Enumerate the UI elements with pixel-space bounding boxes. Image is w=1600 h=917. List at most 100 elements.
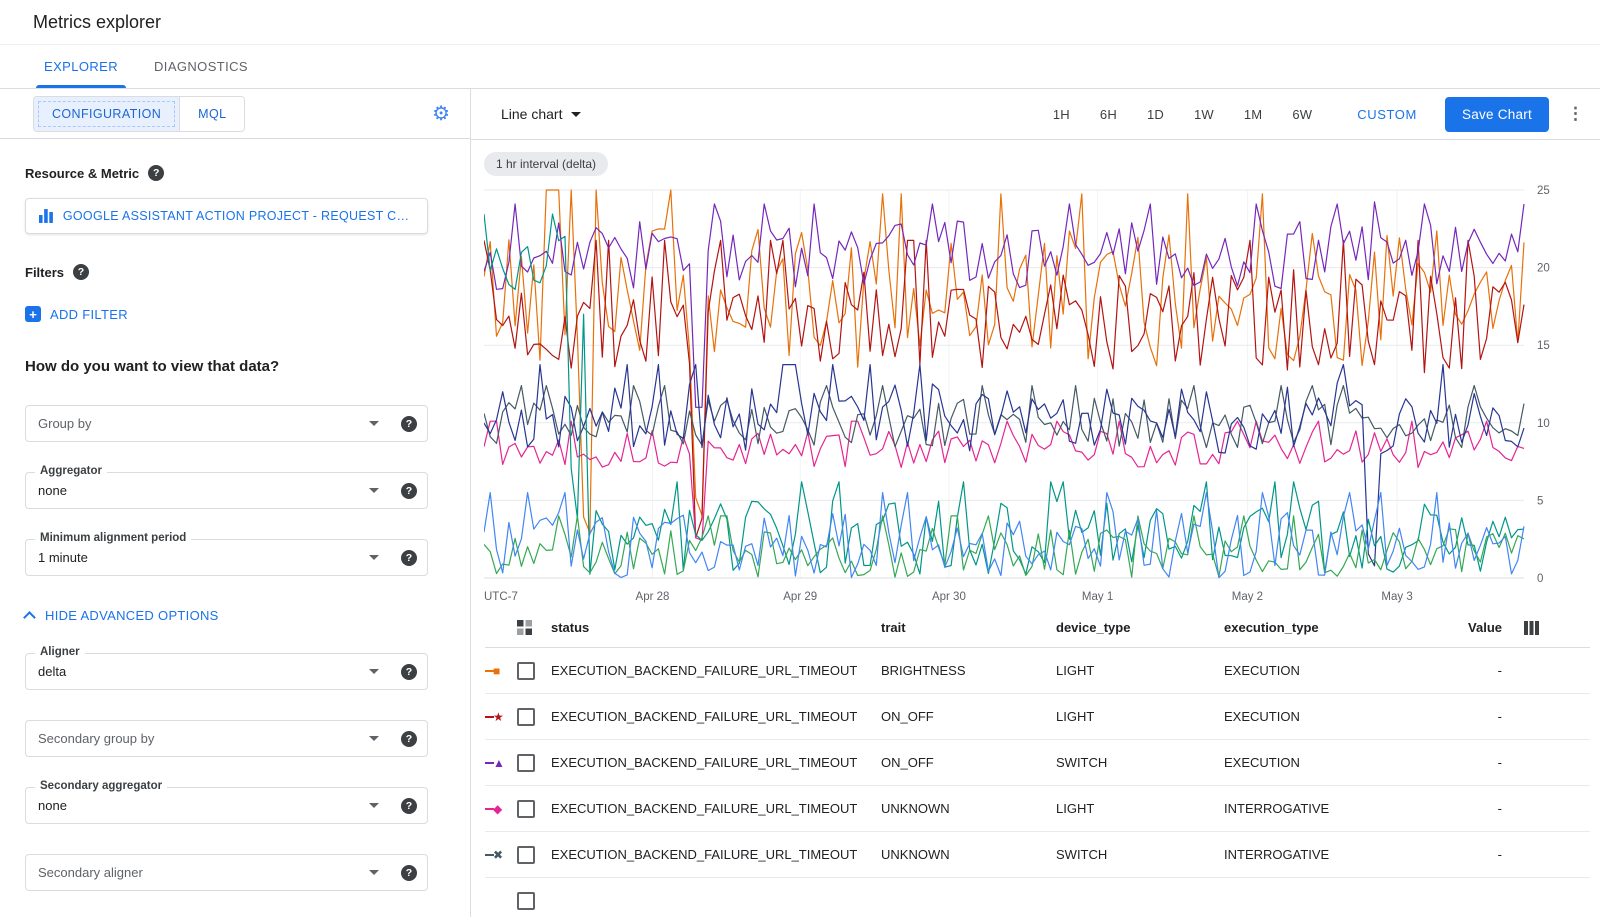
filters-text: Filters [25,265,64,280]
aligner-select[interactable]: Aligner delta ? [25,653,428,690]
svg-text:15: 15 [1537,340,1550,352]
tab-diagnostics[interactable]: DIAGNOSTICS [136,45,266,88]
resource-metric-label: Resource & Metric ? [25,165,428,181]
cell-device-type: LIGHT [1056,801,1224,816]
svg-text:0: 0 [1537,573,1543,585]
range-1d-button[interactable]: 1D [1132,101,1179,128]
range-custom-button[interactable]: CUSTOM [1343,101,1431,128]
svg-text:Apr 28: Apr 28 [636,591,670,603]
chevron-down-icon [369,669,379,674]
cell-execution-type: EXECUTION [1224,755,1432,770]
series-marker-icon: ▲ [485,757,517,769]
cell-status: EXECUTION_BACKEND_FAILURE_URL_TIMEOUT [551,847,881,862]
table-header: status trait device_type execution_type … [485,608,1590,648]
metric-selector-button[interactable]: GOOGLE ASSISTANT ACTION PROJECT - REQUES… [25,198,428,234]
col-execution-type: execution_type [1224,620,1432,635]
columns-icon[interactable] [1524,621,1590,635]
help-icon[interactable]: ? [401,731,417,747]
save-chart-button[interactable]: Save Chart [1445,97,1549,132]
range-6w-button[interactable]: 6W [1277,101,1327,128]
kebab-menu-icon[interactable]: ⋮ [1567,104,1584,124]
table-row[interactable]: ■ EXECUTION_BACKEND_FAILURE_URL_TIMEOUT … [485,648,1590,694]
range-1w-button[interactable]: 1W [1179,101,1229,128]
cell-value: - [1432,801,1502,816]
series-table: status trait device_type execution_type … [471,608,1600,917]
aggregator-select[interactable]: Aggregator none ? [25,472,428,509]
svg-text:Apr 30: Apr 30 [932,591,966,603]
tab-explorer[interactable]: EXPLORER [26,45,136,88]
cell-trait: ON_OFF [881,755,1056,770]
svg-text:May 3: May 3 [1381,591,1412,603]
add-filter-button[interactable]: + ADD FILTER [25,306,428,322]
table-row[interactable]: ▲ EXECUTION_BACKEND_FAILURE_URL_TIMEOUT … [485,740,1590,786]
row-checkbox[interactable] [517,846,535,864]
secondary-aligner-select[interactable]: Secondary aligner ? [25,854,428,891]
row-checkbox[interactable] [517,892,535,910]
table-row[interactable]: ✖ EXECUTION_BACKEND_FAILURE_URL_TIMEOUT … [485,832,1590,878]
cell-execution-type: EXECUTION [1224,663,1432,678]
cell-trait: BRIGHTNESS [881,663,1056,678]
cell-trait: UNKNOWN [881,847,1056,862]
resource-metric-text: Resource & Metric [25,166,139,181]
help-icon[interactable]: ? [401,483,417,499]
cell-value: - [1432,663,1502,678]
range-1h-button[interactable]: 1H [1038,101,1085,128]
configuration-panel: CONFIGURATION MQL ⚙ Resource & Metric ? … [0,89,471,917]
line-chart[interactable]: 0510152025UTC-7Apr 28Apr 29Apr 30May 1Ma… [484,180,1584,608]
gear-icon[interactable]: ⚙ [432,104,450,124]
cell-device-type: SWITCH [1056,847,1224,862]
help-icon[interactable]: ? [148,165,164,181]
toggle-all-series-icon[interactable] [517,620,551,635]
chart-type-dropdown[interactable]: Line chart [501,106,581,122]
chevron-up-icon [23,611,36,624]
cell-execution-type: EXECUTION [1224,709,1432,724]
help-icon[interactable]: ? [401,798,417,814]
configuration-tab[interactable]: CONFIGURATION [34,97,179,131]
secondary-aggregator-value: none [38,798,369,813]
main-content: CONFIGURATION MQL ⚙ Resource & Metric ? … [0,89,1600,917]
cell-status: EXECUTION_BACKEND_FAILURE_URL_TIMEOUT [551,801,881,816]
group-by-select[interactable]: Group by ? [25,405,428,442]
range-1m-button[interactable]: 1M [1229,101,1277,128]
table-row[interactable]: ★ EXECUTION_BACKEND_FAILURE_URL_TIMEOUT … [485,694,1590,740]
series-marker-icon: ◆ [485,803,517,815]
secondary-aggregator-select[interactable]: Secondary aggregator none ? [25,787,428,824]
minimum-alignment-period-label: Minimum alignment period [35,532,191,544]
minimum-alignment-period-select[interactable]: Minimum alignment period 1 minute ? [25,539,428,576]
row-checkbox[interactable] [517,800,535,818]
aligner-value: delta [38,664,369,679]
cell-status: EXECUTION_BACKEND_FAILURE_URL_TIMEOUT [551,709,881,724]
mql-tab[interactable]: MQL [179,97,244,131]
row-checkbox[interactable] [517,708,535,726]
row-checkbox[interactable] [517,754,535,772]
tab-bar: EXPLORER DIAGNOSTICS [0,45,1600,89]
table-row-partial[interactable] [485,878,1590,917]
col-value: Value [1432,620,1502,635]
help-icon[interactable]: ? [401,550,417,566]
advanced-options-label: HIDE ADVANCED OPTIONS [45,608,219,623]
chevron-down-icon [571,112,581,117]
col-device-type: device_type [1056,620,1224,635]
cell-trait: UNKNOWN [881,801,1056,816]
cell-execution-type: INTERROGATIVE [1224,847,1432,862]
secondary-group-by-select[interactable]: Secondary group by ? [25,720,428,757]
app-header: Metrics explorer [0,0,1600,45]
chevron-down-icon [369,870,379,875]
hide-advanced-options-toggle[interactable]: HIDE ADVANCED OPTIONS [25,608,428,623]
table-row[interactable]: ◆ EXECUTION_BACKEND_FAILURE_URL_TIMEOUT … [485,786,1590,832]
svg-text:Apr 29: Apr 29 [783,591,817,603]
cell-value: - [1432,755,1502,770]
help-icon[interactable]: ? [401,865,417,881]
aggregator-label: Aggregator [35,465,107,477]
secondary-aggregator-label: Secondary aggregator [35,780,167,792]
help-icon[interactable]: ? [401,664,417,680]
help-icon[interactable]: ? [401,416,417,432]
row-checkbox[interactable] [517,662,535,680]
help-icon[interactable]: ? [73,264,89,280]
chart-type-label: Line chart [501,106,562,122]
chevron-down-icon [369,555,379,560]
svg-text:5: 5 [1537,495,1543,507]
range-6h-button[interactable]: 6H [1085,101,1132,128]
chart-toolbar: Line chart 1H 6H 1D 1W 1M 6W CUSTOM Save… [471,89,1600,140]
svg-text:25: 25 [1537,185,1550,197]
